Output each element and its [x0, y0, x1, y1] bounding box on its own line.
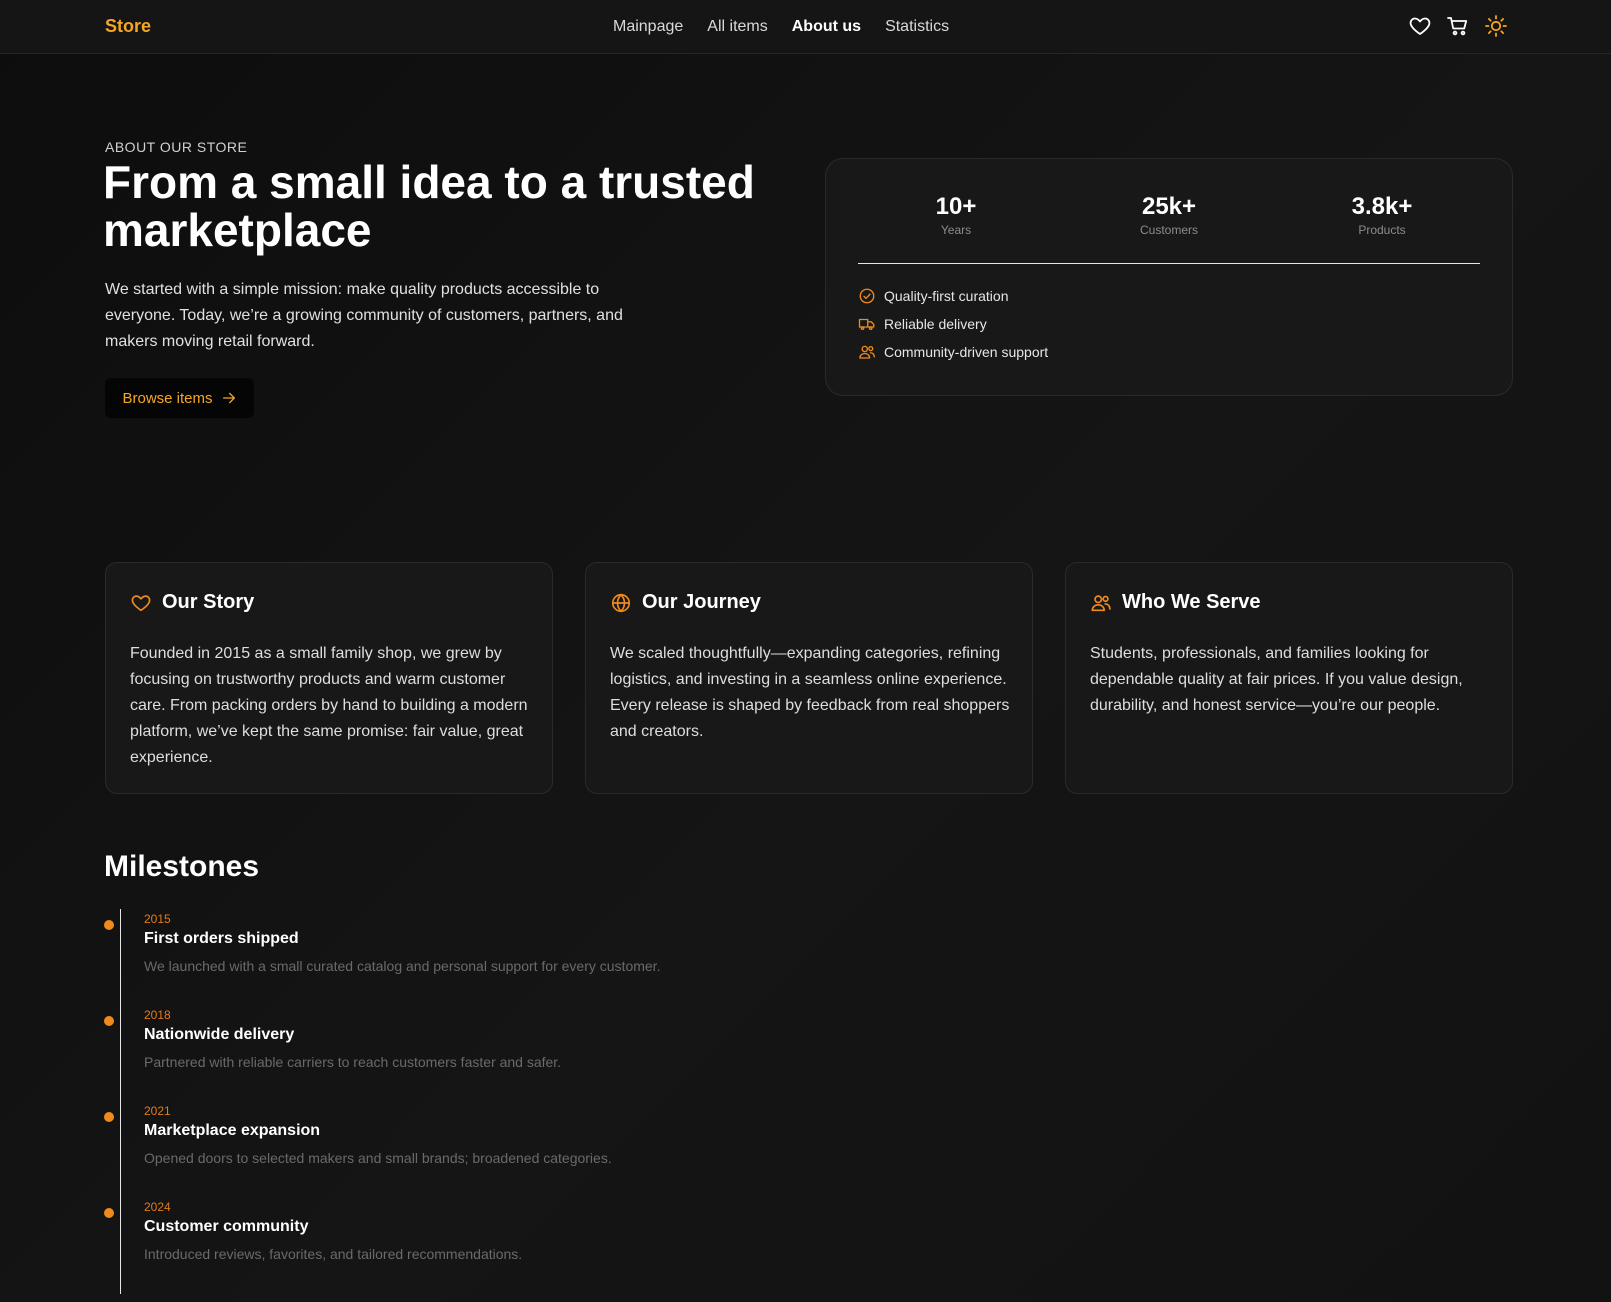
- milestone-title: First orders shipped: [144, 930, 299, 947]
- stat-years: 10+ Years: [866, 193, 1046, 237]
- check-circle-icon: [859, 288, 875, 304]
- truck-icon: [858, 318, 875, 330]
- feature-quality: Quality-first curation: [858, 287, 1008, 305]
- feature-label: Community-driven support: [884, 344, 1049, 360]
- stat-products: 3.8k+ Products: [1292, 193, 1472, 237]
- card-body: We scaled thoughtfully—expanding categor…: [610, 645, 1010, 740]
- stat-value: 10+: [935, 193, 977, 220]
- card-title: Who We Serve: [1122, 591, 1261, 613]
- stat-value: 25k+: [1141, 193, 1197, 220]
- card-body: Founded in 2015 as a small family shop, …: [130, 645, 528, 766]
- stat-label: Customers: [1139, 223, 1198, 237]
- browse-items-label: Browse items: [122, 389, 213, 407]
- milestone-description: We launched with a small curated catalog…: [144, 958, 661, 974]
- feature-label: Reliable delivery: [884, 316, 987, 332]
- hero-description: We started with a simple mission: make q…: [105, 281, 623, 350]
- users-icon: [859, 345, 875, 359]
- arrow-right-icon: [222, 392, 235, 404]
- feature-delivery: Reliable delivery: [858, 315, 987, 333]
- heart-icon: [131, 594, 151, 611]
- nav-icons: [1408, 14, 1508, 38]
- stats-divider: [858, 263, 1480, 264]
- hero-title: From a small idea to a trusted marketpla…: [103, 156, 755, 256]
- timeline-dot: [104, 920, 114, 930]
- heart-icon[interactable]: [1408, 14, 1432, 38]
- milestone-title: Customer community: [144, 1218, 309, 1235]
- milestone-year: 2024: [144, 1200, 171, 1214]
- stat-value: 3.8k+: [1351, 193, 1413, 220]
- card-header: Who We Serve: [1090, 591, 1261, 614]
- globe-icon: [611, 593, 631, 612]
- feature-community: Community-driven support: [858, 343, 1048, 361]
- hero-eyebrow: ABOUT OUR STORE: [105, 139, 248, 155]
- milestones-title: Milestones: [104, 850, 260, 883]
- nav-link-mainpage[interactable]: Mainpage: [613, 18, 683, 36]
- milestone-year: 2021: [144, 1104, 171, 1118]
- top-navbar: Store Mainpage All items About us Statis…: [0, 0, 1611, 54]
- card-header: Our Story: [130, 591, 254, 614]
- milestone-description: Partnered with reliable carriers to reac…: [144, 1054, 562, 1070]
- feature-label: Quality-first curation: [884, 288, 1009, 304]
- timeline-dot: [104, 1208, 114, 1218]
- stat-label: Products: [1358, 223, 1406, 237]
- card-who-we-serve: Who We Serve Students, professionals, an…: [1065, 562, 1513, 794]
- card-body: Students, professionals, and families lo…: [1090, 645, 1463, 714]
- card-title: Our Story: [162, 591, 255, 613]
- stats-card: 10+ Years 25k+ Customers 3.8k+ Products …: [825, 158, 1513, 396]
- browse-items-button[interactable]: Browse items: [105, 378, 254, 418]
- card-our-story: Our Story Founded in 2015 as a small fam…: [105, 562, 553, 794]
- milestone-year: 2018: [144, 1008, 171, 1022]
- milestone-year: 2015: [144, 912, 171, 926]
- nav-link-all-items[interactable]: All items: [707, 18, 767, 36]
- milestone-title: Nationwide delivery: [144, 1026, 295, 1043]
- timeline-dot: [104, 1112, 114, 1122]
- users-icon: [1091, 594, 1111, 611]
- card-our-journey: Our Journey We scaled thoughtfully—expan…: [585, 562, 1033, 794]
- nav-link-statistics[interactable]: Statistics: [885, 18, 949, 36]
- card-title: Our Journey: [642, 591, 761, 613]
- sun-icon[interactable]: [1484, 14, 1508, 38]
- card-header: Our Journey: [610, 591, 761, 614]
- milestone-description: Opened doors to selected makers and smal…: [144, 1150, 612, 1166]
- stat-customers: 25k+ Customers: [1079, 193, 1259, 237]
- nav-link-about-us[interactable]: About us: [792, 18, 861, 36]
- timeline-line: [120, 909, 121, 1294]
- cart-icon[interactable]: [1446, 14, 1470, 38]
- nav-links: Mainpage All items About us Statistics: [613, 18, 949, 36]
- brand-logo[interactable]: Store: [105, 16, 151, 37]
- milestone-title: Marketplace expansion: [144, 1122, 321, 1139]
- milestone-description: Introduced reviews, favorites, and tailo…: [144, 1246, 523, 1262]
- stat-label: Years: [940, 223, 972, 237]
- timeline-dot: [104, 1016, 114, 1026]
